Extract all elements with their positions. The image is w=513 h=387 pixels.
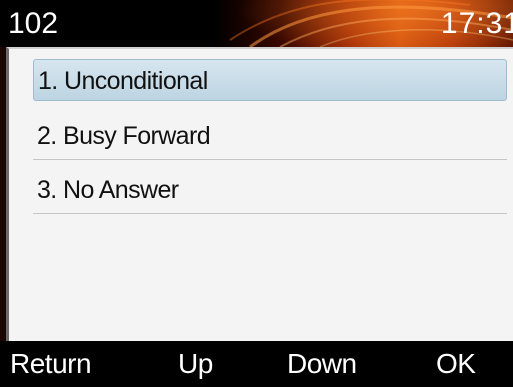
- menu-item-busy-forward[interactable]: 2. Busy Forward: [33, 115, 507, 160]
- clock-time: 17:31: [440, 7, 513, 40]
- phone-screen: 102 17:31 1. Unconditional 2. Busy Forwa…: [0, 0, 513, 387]
- menu-item-label: 3. No Answer: [37, 176, 179, 204]
- up-softkey[interactable]: Up: [178, 346, 213, 382]
- wallpaper-swirl: [229, 0, 513, 47]
- menu-item-label: 2. Busy Forward: [37, 122, 211, 150]
- menu-panel: 1. Unconditional 2. Busy Forward 3. No A…: [6, 47, 513, 341]
- extension-number: 102: [8, 7, 59, 40]
- status-bar: 102 17:31: [0, 0, 513, 47]
- down-softkey[interactable]: Down: [287, 346, 357, 382]
- menu-item-unconditional[interactable]: 1. Unconditional: [33, 59, 507, 101]
- menu-item-label: 1. Unconditional: [38, 67, 208, 95]
- return-softkey[interactable]: Return: [10, 346, 92, 382]
- ok-softkey[interactable]: OK: [436, 346, 476, 382]
- menu-item-no-answer[interactable]: 3. No Answer: [33, 169, 507, 214]
- softkey-bar: Return Up Down OK: [0, 341, 513, 387]
